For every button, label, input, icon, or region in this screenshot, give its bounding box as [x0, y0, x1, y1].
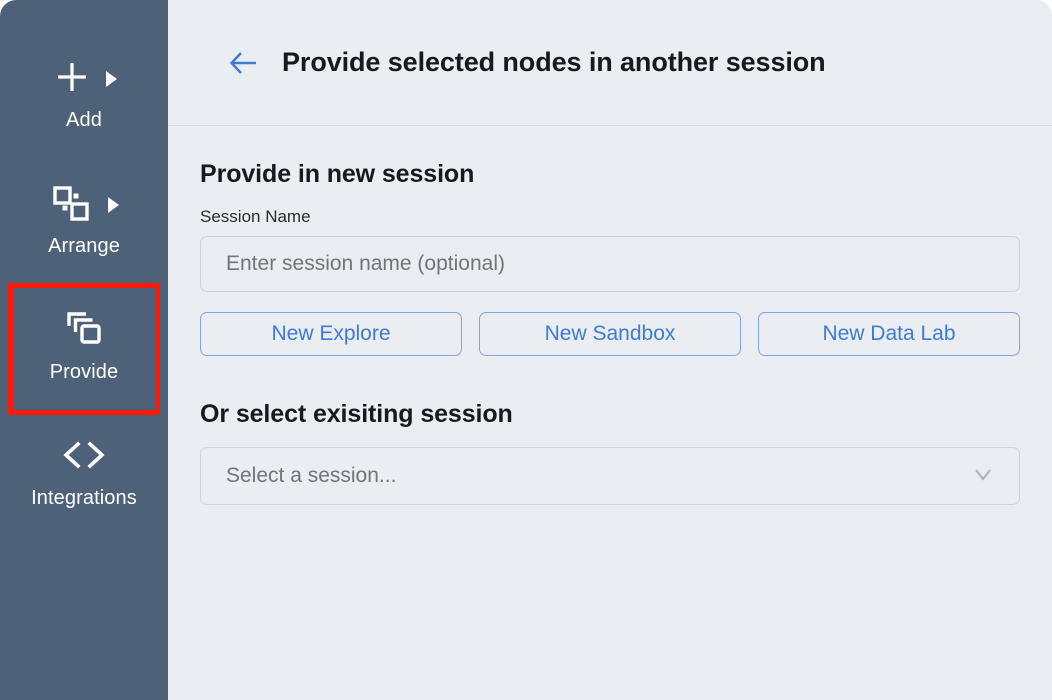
session-select-value: Select a session...	[226, 464, 397, 487]
new-explore-button[interactable]: New Explore	[200, 312, 462, 356]
existing-session-heading: Or select exisiting session	[200, 400, 513, 428]
sidebar-item-integrations[interactable]: Integrations	[11, 412, 157, 538]
content-area: Provide in new session Session Name New …	[168, 126, 1052, 700]
session-name-label: Session Name	[200, 207, 311, 226]
page-header: Provide selected nodes in another sessio…	[168, 0, 1052, 126]
left-sidebar: Add Arrange Provide Integrations	[0, 0, 168, 700]
new-session-heading: Provide in new session	[200, 160, 475, 188]
sidebar-item-provide[interactable]: Provide	[8, 283, 160, 415]
plus-icon	[52, 57, 92, 102]
new-data-lab-button[interactable]: New Data Lab	[758, 312, 1020, 356]
chevron-right-icon-arrange	[107, 197, 119, 213]
code-brackets-icon	[60, 440, 108, 475]
page-title: Provide selected nodes in another sessio…	[282, 47, 826, 77]
chevron-right-icon-add	[105, 71, 117, 87]
arrow-left-icon[interactable]	[226, 46, 260, 80]
session-select-dropdown[interactable]: Select a session...	[200, 447, 1020, 505]
sidebar-item-add[interactable]: Add	[11, 34, 157, 160]
sidebar-item-label-arrange: Arrange	[48, 235, 120, 257]
new-session-button-row: New Explore New Sandbox New Data Lab	[200, 312, 1020, 356]
arrange-icon	[50, 183, 94, 228]
add-icon-row	[52, 50, 117, 108]
chevron-down-icon	[969, 460, 997, 493]
app-window: Add Arrange Provide Integrations Provide…	[0, 0, 1052, 700]
session-name-input[interactable]	[200, 236, 1020, 292]
copy-layers-icon	[62, 308, 106, 355]
sidebar-item-arrange[interactable]: Arrange	[11, 160, 157, 286]
provide-icon-row	[62, 302, 106, 360]
new-sandbox-button[interactable]: New Sandbox	[479, 312, 741, 356]
sidebar-item-label-add: Add	[66, 109, 102, 131]
arrange-icon-row	[50, 176, 119, 234]
integrations-icon-row	[60, 428, 108, 486]
main-panel: Provide selected nodes in another sessio…	[168, 0, 1052, 700]
sidebar-item-label-provide: Provide	[49, 361, 119, 383]
sidebar-item-label-integrations: Integrations	[31, 487, 137, 509]
